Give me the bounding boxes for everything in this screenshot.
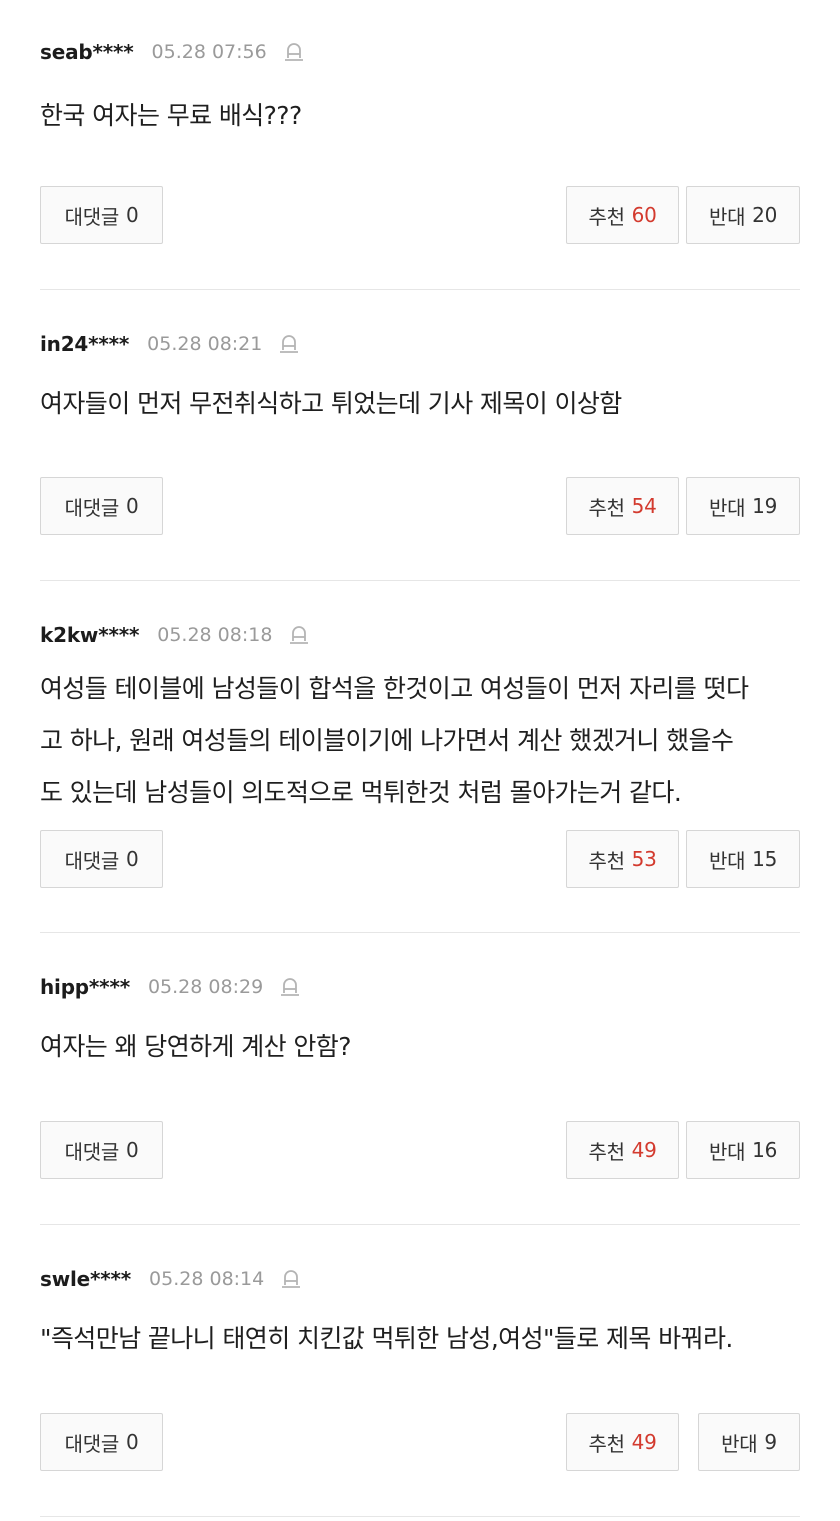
oppose-button[interactable]: 반대 20 [686, 186, 800, 244]
report-siren-icon[interactable] [277, 974, 303, 1000]
reply-count: 0 [125, 1138, 139, 1162]
recommend-count: 60 [631, 203, 657, 227]
comment-item: seab**** 05.28 07:56 한국 여자는 무료 배식??? 대댓글… [40, 0, 800, 290]
comment-timestamp: 05.28 07:56 [151, 41, 267, 63]
oppose-count: 16 [752, 1138, 778, 1162]
recommend-count: 49 [631, 1430, 657, 1454]
reply-label: 대댓글 [64, 848, 120, 873]
oppose-label: 반대 [708, 1139, 746, 1164]
comment-item: k2kw**** 05.28 08:18 여성들 테이블에 남성들이 합석을 한… [40, 581, 800, 933]
recommend-label: 추천 [588, 1431, 625, 1456]
comment-timestamp: 05.28 08:14 [149, 1268, 265, 1290]
reply-button[interactable]: 대댓글 0 [40, 1413, 163, 1471]
comment-item: hipp**** 05.28 08:29 여자는 왜 당연하게 계산 안함? 대… [40, 933, 800, 1225]
comment-meta: hipp**** 05.28 08:29 [40, 973, 303, 1001]
recommend-count: 54 [631, 494, 657, 518]
reply-button[interactable]: 대댓글 0 [40, 186, 163, 244]
recommend-label: 추천 [588, 204, 625, 229]
reply-button[interactable]: 대댓글 0 [40, 1121, 163, 1179]
oppose-label: 반대 [721, 1431, 758, 1456]
comment-meta: in24**** 05.28 08:21 [40, 330, 302, 358]
comment-username: hipp**** [40, 975, 130, 999]
oppose-count: 20 [752, 203, 778, 227]
oppose-button[interactable]: 반대 9 [698, 1413, 800, 1471]
oppose-count: 19 [752, 494, 778, 518]
comment-text: "즉석만남 끝나니 태연히 치킨값 먹튀한 남성,여성"들로 제목 바꿔라. [40, 1324, 733, 1353]
recommend-count: 49 [631, 1138, 657, 1162]
recommend-count: 53 [631, 847, 657, 871]
oppose-button[interactable]: 반대 19 [686, 477, 800, 535]
reply-count: 0 [125, 203, 139, 227]
comment-list: seab**** 05.28 07:56 한국 여자는 무료 배식??? 대댓글… [0, 0, 840, 1517]
comment-timestamp: 05.28 08:21 [147, 333, 263, 355]
comment-timestamp: 05.28 08:29 [147, 976, 264, 998]
comment-item: in24**** 05.28 08:21 여자들이 먼저 무전취식하고 튀었는데… [40, 290, 800, 581]
comment-username: k2kw**** [40, 623, 140, 647]
comment-username: in24**** [40, 332, 130, 356]
reply-count: 0 [125, 847, 139, 871]
comment-username: seab**** [40, 40, 134, 64]
report-siren-icon[interactable] [281, 39, 307, 65]
comment-timestamp: 05.28 08:18 [157, 624, 273, 646]
comment-meta: seab**** 05.28 07:56 [40, 38, 307, 66]
reply-label: 대댓글 [64, 1431, 120, 1456]
comment-text: 여성들 테이블에 남성들이 합석을 한것이고 여성들이 먼저 자리를 떳다 고 … [40, 674, 749, 807]
comment-meta: swle**** 05.28 08:14 [40, 1265, 304, 1293]
oppose-button[interactable]: 반대 15 [686, 830, 800, 888]
oppose-label: 반대 [708, 204, 746, 229]
reply-label: 대댓글 [64, 204, 120, 229]
reply-button[interactable]: 대댓글 0 [40, 830, 163, 888]
recommend-label: 추천 [588, 495, 625, 520]
recommend-button[interactable]: 추천 60 [566, 186, 679, 244]
comment-text: 한국 여자는 무료 배식??? [40, 101, 302, 130]
oppose-count: 9 [764, 1430, 777, 1454]
comment-item: swle**** 05.28 08:14 "즉석만남 끝나니 태연히 치킨값 먹… [40, 1225, 800, 1517]
reply-button[interactable]: 대댓글 0 [40, 477, 163, 535]
comment-text: 여자들이 먼저 무전취식하고 튀었는데 기사 제목이 이상함 [40, 389, 622, 418]
comment-text: 여자는 왜 당연하게 계산 안함? [40, 1032, 351, 1061]
recommend-button[interactable]: 추천 49 [566, 1413, 679, 1471]
report-siren-icon[interactable] [276, 331, 302, 357]
recommend-button[interactable]: 추천 54 [566, 477, 679, 535]
reply-count: 0 [125, 494, 139, 518]
oppose-label: 반대 [708, 495, 746, 520]
recommend-label: 추천 [588, 1139, 625, 1164]
oppose-label: 반대 [708, 848, 746, 873]
reply-count: 0 [125, 1430, 139, 1454]
recommend-button[interactable]: 추천 49 [566, 1121, 679, 1179]
report-siren-icon[interactable] [286, 622, 312, 648]
reply-label: 대댓글 [64, 495, 120, 520]
report-siren-icon[interactable] [278, 1266, 304, 1292]
comment-meta: k2kw**** 05.28 08:18 [40, 621, 312, 649]
oppose-button[interactable]: 반대 16 [686, 1121, 800, 1179]
reply-label: 대댓글 [64, 1139, 120, 1164]
recommend-label: 추천 [588, 848, 625, 873]
recommend-button[interactable]: 추천 53 [566, 830, 679, 888]
comment-username: swle**** [40, 1267, 132, 1291]
oppose-count: 15 [752, 847, 778, 871]
